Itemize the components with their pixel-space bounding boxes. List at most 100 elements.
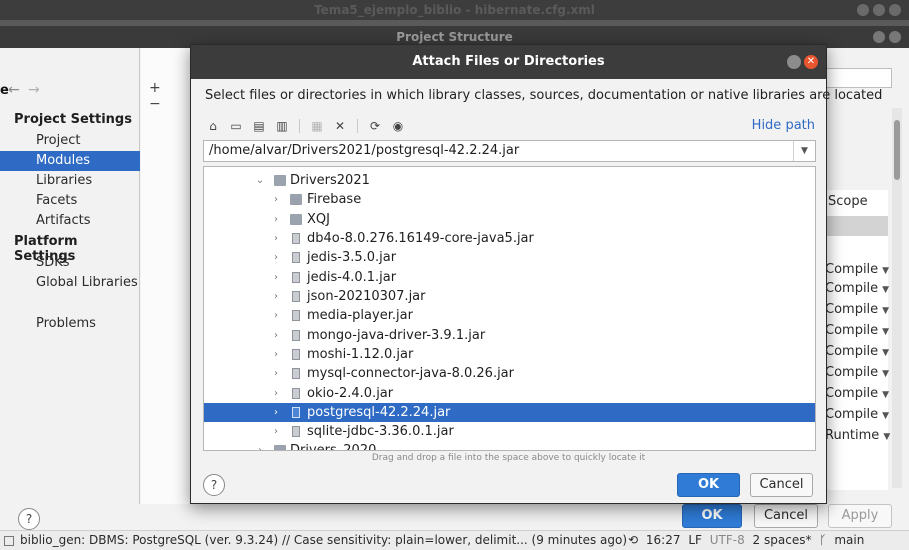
file-tree: ⌄ Drivers2021 › Firebase › XQJ › db4o-8.… [203,166,816,451]
remove-module-icon[interactable]: − [149,96,171,112]
tree-item[interactable]: › okio-2.4.0.jar [204,384,815,403]
project-folder-icon[interactable]: ▤ [251,118,267,134]
tree-item[interactable]: › media-player.jar [204,306,815,325]
chevron-right-icon[interactable]: › [270,384,282,403]
chevron-right-icon[interactable]: › [270,268,282,287]
tree-item[interactable]: › mysql-connector-java-8.0.26.jar [204,364,815,383]
tree-item[interactable]: ⌄ Drivers2021 [204,171,815,190]
dialog-description: Select files or directories in which lib… [205,88,883,103]
scope-dropdown[interactable]: Compile ▼ [825,404,889,425]
scrollbar-thumb[interactable] [894,120,900,180]
status-checkbox-icon[interactable] [4,536,14,546]
dialog-ok-button[interactable]: OK [677,473,740,497]
chevron-down-icon: ▼ [882,285,890,295]
dialog-cancel-button[interactable]: Cancel [750,473,813,497]
chevron-right-icon[interactable]: › [270,326,282,345]
ide-close-button[interactable] [889,4,901,16]
chevron-down-icon[interactable]: ⌄ [254,171,266,190]
sidebar-item-sdks[interactable]: SDKs [0,253,140,273]
ide-maximize-button[interactable] [873,4,885,16]
line-separator[interactable]: LF [688,533,702,547]
add-module-icon[interactable]: + [149,80,171,96]
ps-apply-button[interactable]: Apply [828,504,892,528]
tree-item[interactable]: › mongo-java-driver-3.9.1.jar [204,326,815,345]
sidebar-item-global-libraries[interactable]: Global Libraries [0,273,140,293]
module-folder-icon[interactable]: ▥ [274,118,290,134]
new-folder-icon[interactable]: ▦ [309,118,325,134]
git-branch[interactable]: main [834,533,864,547]
scope-dropdown[interactable]: Compile ▼ [825,383,889,404]
tree-item[interactable]: › json-20210307.jar [204,287,815,306]
file-encoding[interactable]: UTF-8 [710,533,745,547]
sidebar-item-modules[interactable]: Modules [0,151,140,171]
tree-item[interactable]: › XQJ [204,210,815,229]
refresh-icon[interactable]: ⟳ [367,118,383,134]
dependencies-selected-row[interactable] [825,216,888,236]
home-icon[interactable]: ⌂ [205,118,221,134]
module-name-field[interactable] [826,68,892,88]
chevron-down-icon: ▼ [883,432,891,442]
jar-file-icon [292,388,300,399]
dialog-minimize-button[interactable] [787,55,801,69]
chevron-right-icon[interactable]: › [270,190,282,209]
chevron-down-icon[interactable]: ▼ [793,141,815,161]
sidebar-item-problems[interactable]: Problems [0,314,140,334]
chevron-right-icon[interactable]: › [270,364,282,383]
ps-ok-button[interactable]: OK [682,504,742,528]
dialog-window-controls: ✕ [787,55,818,69]
forward-arrow-icon[interactable]: → [28,82,40,98]
tree-item[interactable]: › moshi-1.12.0.jar [204,345,815,364]
chevron-right-icon[interactable]: › [270,422,282,441]
module-details-scrollbar[interactable] [892,108,902,488]
folder-icon [274,445,286,450]
back-arrow-icon[interactable]: ← [8,82,20,98]
chevron-right-icon[interactable]: › [254,441,266,450]
project-settings-heading: Project Settings [14,112,132,127]
chevron-right-icon[interactable]: › [270,345,282,364]
jar-file-icon [292,330,300,341]
sidebar-item-libraries[interactable]: Libraries [0,171,140,191]
caret-position[interactable]: 16:27 [646,533,681,547]
chevron-right-icon[interactable]: › [270,229,282,248]
status-message[interactable]: biblio_gen: DBMS: PostgreSQL (ver. 9.3.2… [20,531,627,550]
path-input-value: /home/alvar/Drivers2021/postgresql-42.2.… [209,143,520,158]
chevron-right-icon[interactable]: › [270,306,282,325]
chevron-right-icon[interactable]: › [270,287,282,306]
chevron-right-icon[interactable]: › [270,248,282,267]
sidebar-item-artifacts[interactable]: Artifacts [0,211,140,231]
toolbar-divider [357,119,358,133]
tree-item[interactable]: › jedis-3.5.0.jar [204,248,815,267]
tree-item[interactable]: › jedis-4.0.1.jar [204,268,815,287]
delete-icon[interactable]: ✕ [332,118,348,134]
ps-cancel-button[interactable]: Cancel [754,504,818,528]
dialog-close-button[interactable]: ✕ [804,55,818,69]
scope-dropdown[interactable]: Compile ▼ [825,299,889,320]
sidebar-item-project[interactable]: Project [0,131,140,151]
chevron-right-icon[interactable]: › [270,403,282,422]
sidebar-item-facets[interactable]: Facets [0,191,140,211]
path-input[interactable]: /home/alvar/Drivers2021/postgresql-42.2.… [203,140,816,162]
ide-minimize-button[interactable] [857,4,869,16]
ps-minimize-button[interactable] [873,31,885,43]
scope-dropdown[interactable]: Compile ▼ [825,278,890,299]
desktop-icon[interactable]: ▭ [228,118,244,134]
scope-dropdown[interactable]: Compile ▼ [825,320,890,341]
hide-path-link[interactable]: Hide path [752,118,815,133]
tree-item[interactable]: › Firebase [204,190,815,209]
indent-setting[interactable]: 2 spaces* [753,533,812,547]
tree-item[interactable]: › sqlite-jdbc-3.36.0.1.jar [204,422,815,441]
show-hidden-icon[interactable]: ◉ [390,118,406,134]
scope-dropdown[interactable]: Compile ▼ [825,259,889,280]
jar-file-icon [292,310,300,321]
tree-item[interactable]: › db4o-8.0.276.16149-core-java5.jar [204,229,815,248]
scope-dropdown[interactable]: Compile ▼ [825,362,889,383]
tree-item-selected[interactable]: › postgresql-42.2.24.jar [204,403,815,422]
dialog-help-button[interactable]: ? [203,474,225,496]
scope-dropdown[interactable]: Compile ▼ [825,341,889,362]
chevron-right-icon[interactable]: › [270,210,282,229]
tree-item[interactable]: › Drivers_2020 [204,441,815,450]
help-button[interactable]: ? [18,508,40,530]
chevron-down-icon: ▼ [882,327,890,337]
scope-dropdown[interactable]: Runtime ▼ [825,425,891,446]
ps-close-button[interactable] [889,31,901,43]
